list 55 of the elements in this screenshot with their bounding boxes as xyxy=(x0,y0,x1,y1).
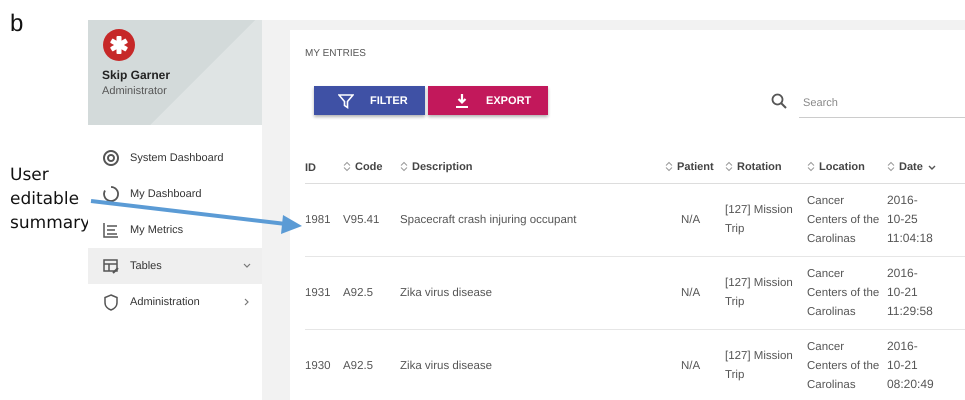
table-cell: 1930 xyxy=(305,360,331,372)
table-cell: [127] Mission Trip xyxy=(725,204,793,235)
table-cell: Zika virus disease xyxy=(400,286,492,298)
sidebar-item[interactable]: My Dashboard xyxy=(88,176,262,212)
sidebar-item[interactable]: Administration xyxy=(88,284,262,320)
table-cell-text: 2016-10-25 11:04:18 xyxy=(887,192,934,247)
sort-icon xyxy=(725,161,733,172)
table-cell-text: 2016-10-21 08:20:49 xyxy=(887,338,934,393)
sort-icon xyxy=(400,161,408,172)
sort-icon xyxy=(343,161,351,172)
table-cell: V95.41 xyxy=(343,214,380,226)
table-cell: N/A xyxy=(681,286,700,298)
avatar-icon xyxy=(103,29,135,61)
table-cell: Zika virus disease xyxy=(400,360,492,372)
table-cell: N/A xyxy=(681,360,700,372)
table-cell: [127] Mission Trip xyxy=(725,277,793,308)
column-header[interactable]: Patient xyxy=(665,160,714,173)
table-cell: Cancer Centers of the Carolinas xyxy=(807,340,880,390)
sidebar-item[interactable]: System Dashboard xyxy=(88,140,262,176)
shield-icon xyxy=(102,293,120,311)
figure-label: b xyxy=(10,10,24,38)
funnel-icon xyxy=(338,92,354,108)
sort-icon xyxy=(887,161,895,172)
column-header[interactable]: Location xyxy=(807,160,865,173)
column-header[interactable]: Rotation xyxy=(725,160,782,173)
table-cell: 1981 xyxy=(305,214,331,226)
table-cell: 1931 xyxy=(305,286,331,298)
download-icon xyxy=(454,92,470,108)
table-cell: A92.5 xyxy=(343,360,374,372)
table-cell: Cancer Centers of the Carolinas xyxy=(807,268,880,318)
table-cell: [127] Mission Trip xyxy=(725,350,793,381)
annotation-text: User editable summary xyxy=(10,164,90,235)
column-header[interactable]: Description xyxy=(400,160,473,173)
user-name: Skip Garner xyxy=(102,68,172,82)
column-header[interactable]: Date xyxy=(887,160,937,173)
ring-icon xyxy=(102,185,120,203)
table-edit-icon xyxy=(102,257,120,275)
table-cell: N/A xyxy=(681,214,700,226)
search-icon xyxy=(771,92,787,108)
filter-button[interactable]: FILTER xyxy=(314,86,425,115)
target-icon xyxy=(102,149,120,167)
table-cell: Cancer Centers of the Carolinas xyxy=(807,194,880,244)
sidebar-item[interactable]: Tables xyxy=(88,248,262,284)
column-header[interactable]: ID xyxy=(305,162,316,174)
column-header[interactable]: Code xyxy=(343,160,382,173)
sort-icon xyxy=(807,161,815,172)
table-cell-text: 2016-10-21 11:29:58 xyxy=(887,265,934,320)
chart-icon xyxy=(102,221,120,239)
sort-icon xyxy=(665,161,673,172)
table-cell: A92.5 xyxy=(343,286,374,298)
user-role: Administrator xyxy=(102,85,168,97)
table-cell: Spacecraft crash injuring occupant xyxy=(400,214,576,226)
sidebar-item[interactable]: My Metrics xyxy=(88,212,262,248)
export-button[interactable]: EXPORT xyxy=(428,86,548,115)
section-title: MY ENTRIES xyxy=(305,48,367,59)
